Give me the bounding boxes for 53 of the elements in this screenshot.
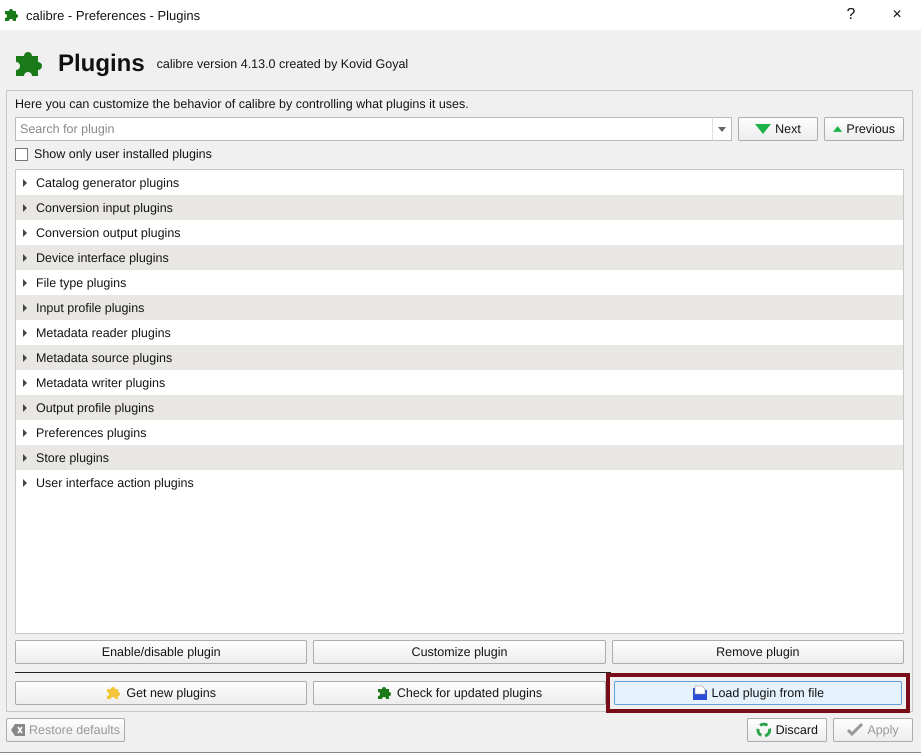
puzzle-icon [376,685,393,701]
app-icon [4,7,20,23]
collapsed-arrow-icon[interactable] [22,178,28,186]
tree-item[interactable]: Metadata writer plugins [36,376,166,390]
tree-item[interactable]: Metadata source plugins [36,350,172,364]
tree-item[interactable]: Device interface plugins [36,250,169,264]
collapsed-arrow-icon[interactable] [22,204,28,212]
clear-icon [11,724,25,736]
tree-item[interactable]: Output profile plugins [36,400,154,414]
tree-item[interactable]: File type plugins [36,276,126,290]
folder-icon [692,685,708,701]
version-text: calibre version 4.13.0 created by Kovid Goyal [156,57,408,71]
puzzle-icon [106,685,122,701]
tree-item[interactable]: User interface action plugins [36,476,194,490]
collapsed-arrow-icon[interactable] [22,378,28,386]
plugin-button[interactable]: Check for updated plugins [313,681,606,705]
action-button[interactable]: Remove plugin [612,640,904,664]
down-arrow-icon [755,124,772,134]
page-title: Plugins [58,50,145,78]
action-button[interactable]: Customize plugin [313,640,606,664]
up-arrow-icon [833,124,842,134]
collapsed-arrow-icon[interactable] [22,404,28,412]
plugin-button[interactable]: Get new plugins [15,681,308,705]
collapsed-arrow-icon[interactable] [22,254,28,262]
collapsed-arrow-icon[interactable] [22,278,28,286]
help-button[interactable]: ? [831,6,871,24]
plugin-button[interactable]: Load plugin from file [614,681,902,705]
tree-item[interactable]: Metadata reader plugins [36,326,171,340]
tree-item[interactable]: Preferences plugins [36,426,146,440]
dropdown-icon[interactable] [718,126,726,132]
close-button[interactable]: × [877,6,917,24]
checkbox[interactable] [15,148,28,160]
previous-button[interactable]: Previous [824,117,904,141]
collapsed-arrow-icon[interactable] [22,454,28,462]
description-text: Here you can customize the behavior of calibre by controlling what plugins it uses. [15,97,470,111]
collapsed-arrow-icon[interactable] [22,228,28,236]
action-button[interactable]: Enable/disable plugin [15,640,308,664]
discard-button[interactable]: Discard [747,718,827,742]
checkbox-label: Show only user installed plugins [34,147,212,161]
tree-item[interactable]: Input profile plugins [36,300,144,314]
window-title: calibre - Preferences - Plugins [26,8,202,22]
collapsed-arrow-icon[interactable] [22,428,28,436]
tree-item[interactable]: Conversion input plugins [36,200,173,214]
collapsed-arrow-icon[interactable] [22,478,28,486]
collapsed-arrow-icon[interactable] [22,354,28,362]
tree-item[interactable]: Catalog generator plugins [36,176,180,190]
collapsed-arrow-icon[interactable] [22,304,28,312]
collapsed-arrow-icon[interactable] [22,328,28,336]
recycle-icon [756,722,772,738]
tree-item[interactable]: Conversion output plugins [36,226,181,240]
next-button[interactable]: Next [738,117,818,141]
tree-item[interactable]: Store plugins [36,450,109,464]
checkmark-icon [847,723,864,737]
